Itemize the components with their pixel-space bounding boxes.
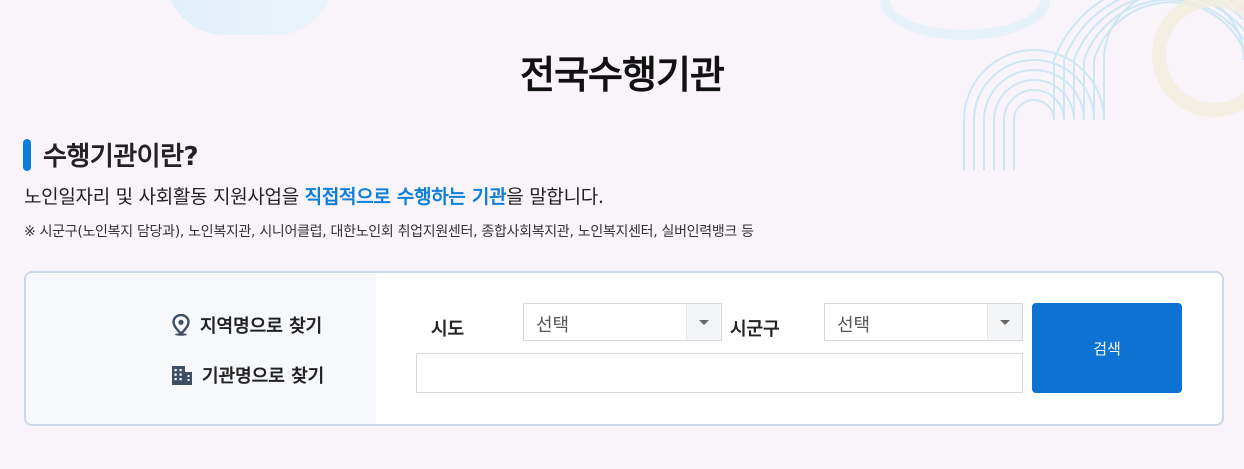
search-by-org-label: 기관명으로 찾기: [202, 366, 325, 387]
org-name-input[interactable]: [416, 353, 1023, 393]
section-note: ※ 시군구(노인복지 담당과), 노인복지관, 시니어클럽, 대한노인회 취업지…: [24, 224, 754, 240]
desc-prefix: 노인일자리 및 사회활동 지원사업을: [24, 186, 305, 208]
section-description: 노인일자리 및 사회활동 지원사업을 직접적으로 수행하는 기관을 말합니다.: [24, 182, 604, 209]
section-accent-bar: [23, 138, 31, 171]
sigungu-select-value: 선택: [837, 315, 871, 336]
search-panel: 지역명으로 찾기 기관명으로 찾기 시도 선택 시군구 선택 검색: [24, 271, 1224, 426]
sido-label: 시도: [431, 319, 465, 340]
search-button[interactable]: 검색: [1032, 303, 1182, 393]
search-mode-panel: [26, 273, 376, 424]
sigungu-label: 시군구: [730, 319, 780, 340]
sido-select[interactable]: 선택: [523, 303, 722, 341]
desc-highlight: 직접적으로 수행하는 기관: [304, 186, 507, 208]
search-by-region-label: 지역명으로 찾기: [200, 316, 323, 337]
section-title: 수행기관이란?: [43, 142, 199, 172]
page-title: 전국수행기관: [520, 53, 725, 97]
decorative-shape-mid: [880, 0, 1050, 40]
sigungu-select[interactable]: 선택: [824, 303, 1023, 341]
chevron-down-icon[interactable]: [987, 304, 1022, 340]
desc-suffix: 을 말합니다.: [506, 186, 604, 208]
section-heading: 수행기관이란?: [23, 136, 199, 173]
search-by-org[interactable]: 기관명으로 찾기: [171, 362, 324, 388]
sido-select-value: 선택: [536, 315, 570, 336]
chevron-down-icon[interactable]: [686, 304, 721, 340]
decorative-shape-left: [165, 0, 335, 35]
location-pin-icon: [172, 314, 190, 336]
building-icon: [172, 366, 192, 385]
search-by-region[interactable]: 지역명으로 찾기: [171, 312, 322, 338]
